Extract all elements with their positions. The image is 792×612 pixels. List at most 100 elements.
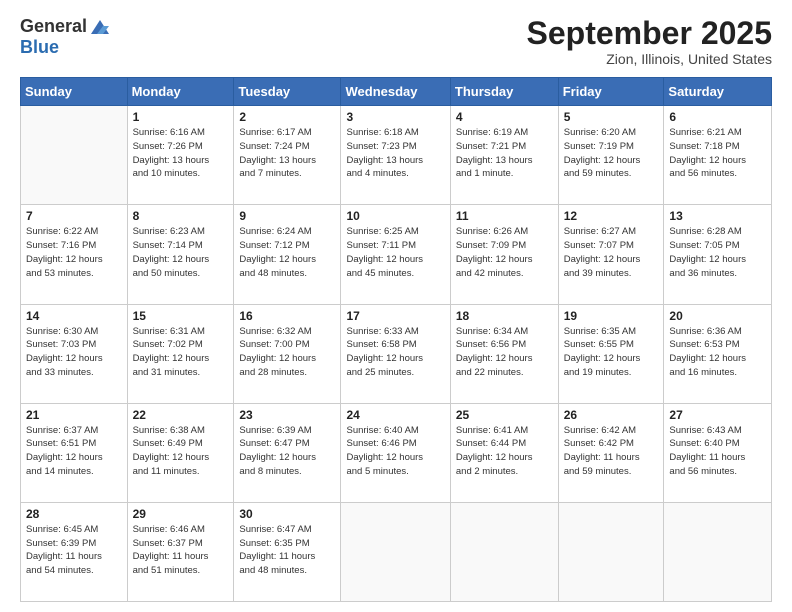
calendar: Sunday Monday Tuesday Wednesday Thursday…: [20, 77, 772, 602]
logo-general: General: [20, 16, 87, 36]
day-info: Sunrise: 6:47 AMSunset: 6:35 PMDaylight:…: [239, 523, 335, 578]
calendar-header-row: Sunday Monday Tuesday Wednesday Thursday…: [21, 78, 772, 106]
day-number: 19: [564, 309, 659, 323]
day-info: Sunrise: 6:18 AMSunset: 7:23 PMDaylight:…: [346, 126, 444, 181]
day-number: 10: [346, 209, 444, 223]
day-number: 7: [26, 209, 122, 223]
table-row: 26Sunrise: 6:42 AMSunset: 6:42 PMDayligh…: [558, 403, 664, 502]
table-row: 16Sunrise: 6:32 AMSunset: 7:00 PMDayligh…: [234, 304, 341, 403]
day-info: Sunrise: 6:39 AMSunset: 6:47 PMDaylight:…: [239, 424, 335, 479]
table-row: [558, 502, 664, 601]
table-row: 5Sunrise: 6:20 AMSunset: 7:19 PMDaylight…: [558, 106, 664, 205]
day-info: Sunrise: 6:22 AMSunset: 7:16 PMDaylight:…: [26, 225, 122, 280]
table-row: 29Sunrise: 6:46 AMSunset: 6:37 PMDayligh…: [127, 502, 234, 601]
day-info: Sunrise: 6:27 AMSunset: 7:07 PMDaylight:…: [564, 225, 659, 280]
table-row: 14 Sunrise: 6:30 AMSunset: 7:03 PMDayligh…: [21, 304, 128, 403]
day-info: Sunrise: 6:21 AMSunset: 7:18 PMDaylight:…: [669, 126, 766, 181]
day-info: Sunrise: 6:42 AMSunset: 6:42 PMDaylight:…: [564, 424, 659, 479]
table-row: 21 Sunrise: 6:37 AMSunset: 6:51 PMDayligh…: [21, 403, 128, 502]
table-row: 20 Sunrise: 6:36 AMSunset: 6:53 PMDayligh…: [664, 304, 772, 403]
day-number: 17: [346, 309, 444, 323]
day-number: 11: [456, 209, 553, 223]
table-row: 11 Sunrise: 6:26 AMSunset: 7:09 PMDayligh…: [450, 205, 558, 304]
day-info: Sunrise: 6:19 AMSunset: 7:21 PMDaylight:…: [456, 126, 553, 181]
table-row: 13 Sunrise: 6:28 AMSunset: 7:05 PMDayligh…: [664, 205, 772, 304]
table-row: 15 Sunrise: 6:31 AMSunset: 7:02 PMDayligh…: [127, 304, 234, 403]
table-row: 10Sunrise: 6:25 AMSunset: 7:11 PMDayligh…: [341, 205, 450, 304]
day-number: 2: [239, 110, 335, 124]
table-row: 22 Sunrise: 6:38 AMSunset: 6:49 PMDayligh…: [127, 403, 234, 502]
table-row: 7 Sunrise: 6:22 AMSunset: 7:16 PMDaylight…: [21, 205, 128, 304]
table-row: 2 Sunrise: 6:17 AMSunset: 7:24 PMDaylight…: [234, 106, 341, 205]
day-number: 21: [26, 408, 122, 422]
day-info: Sunrise: 6:33 AMSunset: 6:58 PMDaylight:…: [346, 325, 444, 380]
day-info: Sunrise: 6:31 AMSunset: 7:02 PMDaylight:…: [133, 325, 229, 380]
table-row: 8Sunrise: 6:23 AMSunset: 7:14 PMDaylight…: [127, 205, 234, 304]
day-number: 29: [133, 507, 229, 521]
title-block: September 2025 Zion, Illinois, United St…: [527, 16, 772, 67]
table-row: 24 Sunrise: 6:40 AMSunset: 6:46 PMDayligh…: [341, 403, 450, 502]
day-info: Sunrise: 6:16 AMSunset: 7:26 PMDaylight:…: [133, 126, 229, 181]
day-number: 1: [133, 110, 229, 124]
day-number: 4: [456, 110, 553, 124]
day-info: Sunrise: 6:17 AMSunset: 7:24 PMDaylight:…: [239, 126, 335, 181]
table-row: 1 Sunrise: 6:16 AMSunset: 7:26 PMDaylight…: [127, 106, 234, 205]
day-number: 9: [239, 209, 335, 223]
day-number: 20: [669, 309, 766, 323]
day-info: Sunrise: 6:43 AMSunset: 6:40 PMDaylight:…: [669, 424, 766, 479]
day-info: Sunrise: 6:28 AMSunset: 7:05 PMDaylight:…: [669, 225, 766, 280]
day-number: 25: [456, 408, 553, 422]
day-number: 14: [26, 309, 122, 323]
day-info: Sunrise: 6:36 AMSunset: 6:53 PMDaylight:…: [669, 325, 766, 380]
table-row: 4 Sunrise: 6:19 AMSunset: 7:21 PMDaylight…: [450, 106, 558, 205]
day-number: 13: [669, 209, 766, 223]
day-info: Sunrise: 6:23 AMSunset: 7:14 PMDaylight:…: [133, 225, 229, 280]
day-number: 15: [133, 309, 229, 323]
day-number: 24: [346, 408, 444, 422]
day-info: Sunrise: 6:32 AMSunset: 7:00 PMDaylight:…: [239, 325, 335, 380]
table-row: [450, 502, 558, 601]
day-number: 18: [456, 309, 553, 323]
day-number: 22: [133, 408, 229, 422]
day-number: 5: [564, 110, 659, 124]
day-info: Sunrise: 6:24 AMSunset: 7:12 PMDaylight:…: [239, 225, 335, 280]
day-info: Sunrise: 6:40 AMSunset: 6:46 PMDaylight:…: [346, 424, 444, 479]
day-info: Sunrise: 6:41 AMSunset: 6:44 PMDaylight:…: [456, 424, 553, 479]
table-row: [21, 106, 128, 205]
day-info: Sunrise: 6:37 AMSunset: 6:51 PMDaylight:…: [26, 424, 122, 479]
table-row: 9 Sunrise: 6:24 AMSunset: 7:12 PMDaylight…: [234, 205, 341, 304]
table-row: 25 Sunrise: 6:41 AMSunset: 6:44 PMDayligh…: [450, 403, 558, 502]
day-number: 23: [239, 408, 335, 422]
logo: General Blue: [20, 16, 111, 58]
col-wednesday: Wednesday: [341, 78, 450, 106]
col-tuesday: Tuesday: [234, 78, 341, 106]
day-info: Sunrise: 6:30 AMSunset: 7:03 PMDaylight:…: [26, 325, 122, 380]
page-header: General Blue September 2025 Zion, Illino…: [20, 16, 772, 67]
col-monday: Monday: [127, 78, 234, 106]
table-row: [664, 502, 772, 601]
day-info: Sunrise: 6:26 AMSunset: 7:09 PMDaylight:…: [456, 225, 553, 280]
table-row: 30 Sunrise: 6:47 AMSunset: 6:35 PMDayligh…: [234, 502, 341, 601]
logo-blue: Blue: [20, 37, 59, 57]
col-friday: Friday: [558, 78, 664, 106]
table-row: 27 Sunrise: 6:43 AMSunset: 6:40 PMDayligh…: [664, 403, 772, 502]
day-number: 6: [669, 110, 766, 124]
table-row: 18Sunrise: 6:34 AMSunset: 6:56 PMDayligh…: [450, 304, 558, 403]
month-title: September 2025: [527, 16, 772, 51]
table-row: 28Sunrise: 6:45 AMSunset: 6:39 PMDayligh…: [21, 502, 128, 601]
table-row: [341, 502, 450, 601]
day-number: 30: [239, 507, 335, 521]
table-row: 19 Sunrise: 6:35 AMSunset: 6:55 PMDayligh…: [558, 304, 664, 403]
table-row: 3Sunrise: 6:18 AMSunset: 7:23 PMDaylight…: [341, 106, 450, 205]
table-row: 23 Sunrise: 6:39 AMSunset: 6:47 PMDayligh…: [234, 403, 341, 502]
day-info: Sunrise: 6:35 AMSunset: 6:55 PMDaylight:…: [564, 325, 659, 380]
logo-icon: [89, 16, 111, 38]
table-row: 6 Sunrise: 6:21 AMSunset: 7:18 PMDaylight…: [664, 106, 772, 205]
location: Zion, Illinois, United States: [527, 51, 772, 67]
col-saturday: Saturday: [664, 78, 772, 106]
day-number: 12: [564, 209, 659, 223]
day-number: 28: [26, 507, 122, 521]
table-row: 17 Sunrise: 6:33 AMSunset: 6:58 PMDayligh…: [341, 304, 450, 403]
day-number: 27: [669, 408, 766, 422]
day-info: Sunrise: 6:38 AMSunset: 6:49 PMDaylight:…: [133, 424, 229, 479]
